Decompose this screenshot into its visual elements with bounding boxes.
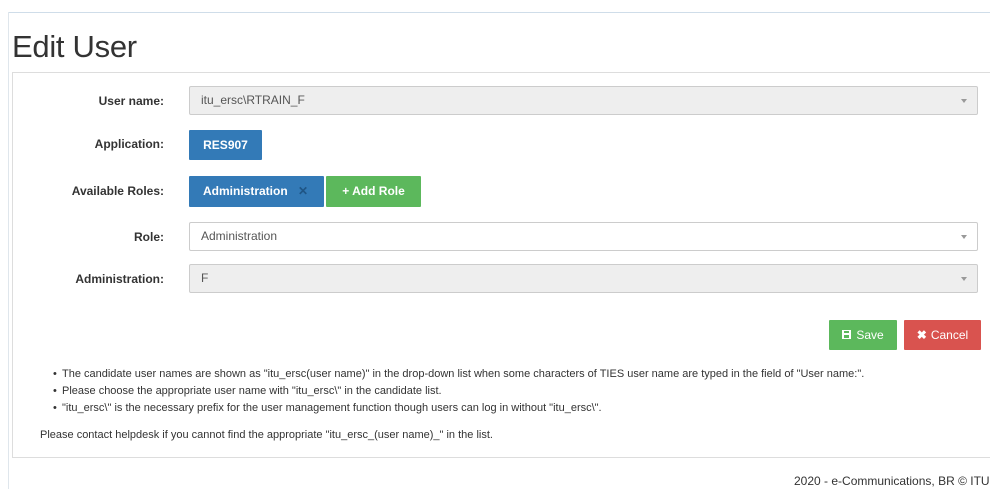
user-name-label: User name:	[98, 94, 164, 108]
role-select[interactable]: Administration	[189, 222, 978, 251]
chevron-down-icon	[961, 235, 967, 239]
administration-select[interactable]: F	[189, 264, 978, 293]
chevron-down-icon	[961, 99, 967, 103]
chevron-down-icon	[961, 277, 967, 281]
note-item: • "itu_ersc\" is the necessary prefix for…	[53, 402, 602, 414]
role-value: Administration	[201, 229, 278, 243]
footer-copyright: 2020 - e-Communications, BR © ITU	[794, 474, 990, 488]
note-item: • The candidate user names are shown as "…	[53, 368, 865, 380]
contact-helpdesk-text: Please contact helpdesk if you cannot fi…	[40, 429, 493, 441]
administration-label: Administration:	[75, 272, 164, 286]
save-icon	[842, 330, 852, 339]
user-name-value: itu_ersc\RTRAIN_F	[201, 93, 305, 107]
role-tag-label: Administration	[203, 184, 288, 198]
note-text: "itu_ersc\" is the necessary prefix for …	[62, 402, 602, 414]
close-icon: ✖	[916, 328, 927, 342]
left-border	[8, 12, 9, 489]
cancel-button[interactable]: ✖ Cancel	[904, 320, 981, 350]
available-roles-label: Available Roles:	[71, 184, 164, 198]
application-label: Application:	[94, 137, 164, 151]
top-border	[8, 12, 990, 13]
help-notes: • The candidate user names are shown as "…	[53, 366, 865, 417]
application-badge[interactable]: RES907	[189, 130, 262, 160]
add-role-button[interactable]: + Add Role	[326, 176, 421, 207]
user-name-select[interactable]: itu_ersc\RTRAIN_F	[189, 86, 978, 115]
role-tag-administration[interactable]: Administration ✕	[189, 176, 324, 207]
save-button[interactable]: Save	[829, 320, 897, 350]
note-item: • Please choose the appropriate user name…	[53, 385, 442, 397]
page-title: Edit User	[12, 29, 137, 64]
administration-value: F	[201, 271, 209, 285]
remove-role-icon[interactable]: ✕	[298, 184, 308, 198]
note-text: The candidate user names are shown as "i…	[62, 368, 865, 380]
note-text: Please choose the appropriate user name …	[62, 385, 442, 397]
save-label: Save	[856, 328, 884, 342]
role-label: Role:	[134, 230, 164, 244]
cancel-label: Cancel	[930, 328, 969, 342]
